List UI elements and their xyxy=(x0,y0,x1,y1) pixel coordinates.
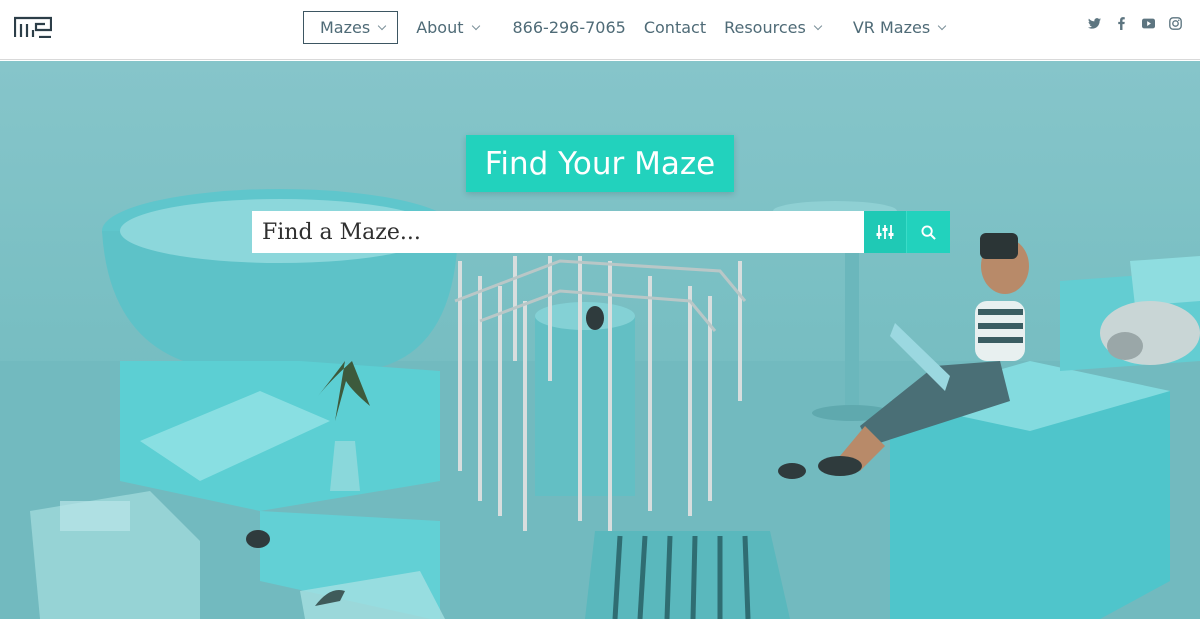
hero-section: Find Your Maze xyxy=(0,61,1200,619)
youtube-icon[interactable] xyxy=(1142,17,1155,30)
main-nav: Mazes About 866-296-7065 Contact Resourc… xyxy=(303,11,961,44)
nav-item-about[interactable]: About xyxy=(400,11,494,44)
nav-label: VR Mazes xyxy=(852,18,931,37)
nav-item-contact[interactable]: Contact xyxy=(635,11,715,44)
sliders-icon xyxy=(876,225,894,239)
nav-label: Resources xyxy=(724,18,806,37)
nav-label: About xyxy=(416,18,464,37)
facebook-icon[interactable] xyxy=(1115,17,1128,30)
nav-item-vr-mazes[interactable]: VR Mazes xyxy=(837,11,961,44)
search-button[interactable] xyxy=(907,211,950,253)
nav-label: Mazes xyxy=(320,18,371,37)
nav-item-phone[interactable]: 866-296-7065 xyxy=(495,11,635,44)
chevron-down-icon xyxy=(937,21,947,30)
nav-label: 866-296-7065 xyxy=(512,18,626,37)
chevron-down-icon xyxy=(377,21,387,30)
site-header: Mazes About 866-296-7065 Contact Resourc… xyxy=(0,0,1200,60)
hero-title: Find Your Maze xyxy=(466,135,734,192)
nav-label: Contact xyxy=(643,18,707,37)
search-icon xyxy=(921,224,936,240)
filter-button[interactable] xyxy=(864,211,908,253)
nav-item-resources[interactable]: Resources xyxy=(715,11,837,44)
search-input[interactable] xyxy=(252,211,865,253)
search-bar xyxy=(252,211,950,253)
chevron-down-icon xyxy=(471,21,480,30)
nav-item-mazes[interactable]: Mazes xyxy=(303,11,399,44)
twitter-icon[interactable] xyxy=(1088,17,1101,30)
social-links xyxy=(1088,17,1182,30)
maze-logo-icon[interactable] xyxy=(14,16,52,38)
instagram-icon[interactable] xyxy=(1169,17,1182,30)
chevron-down-icon xyxy=(813,21,823,30)
